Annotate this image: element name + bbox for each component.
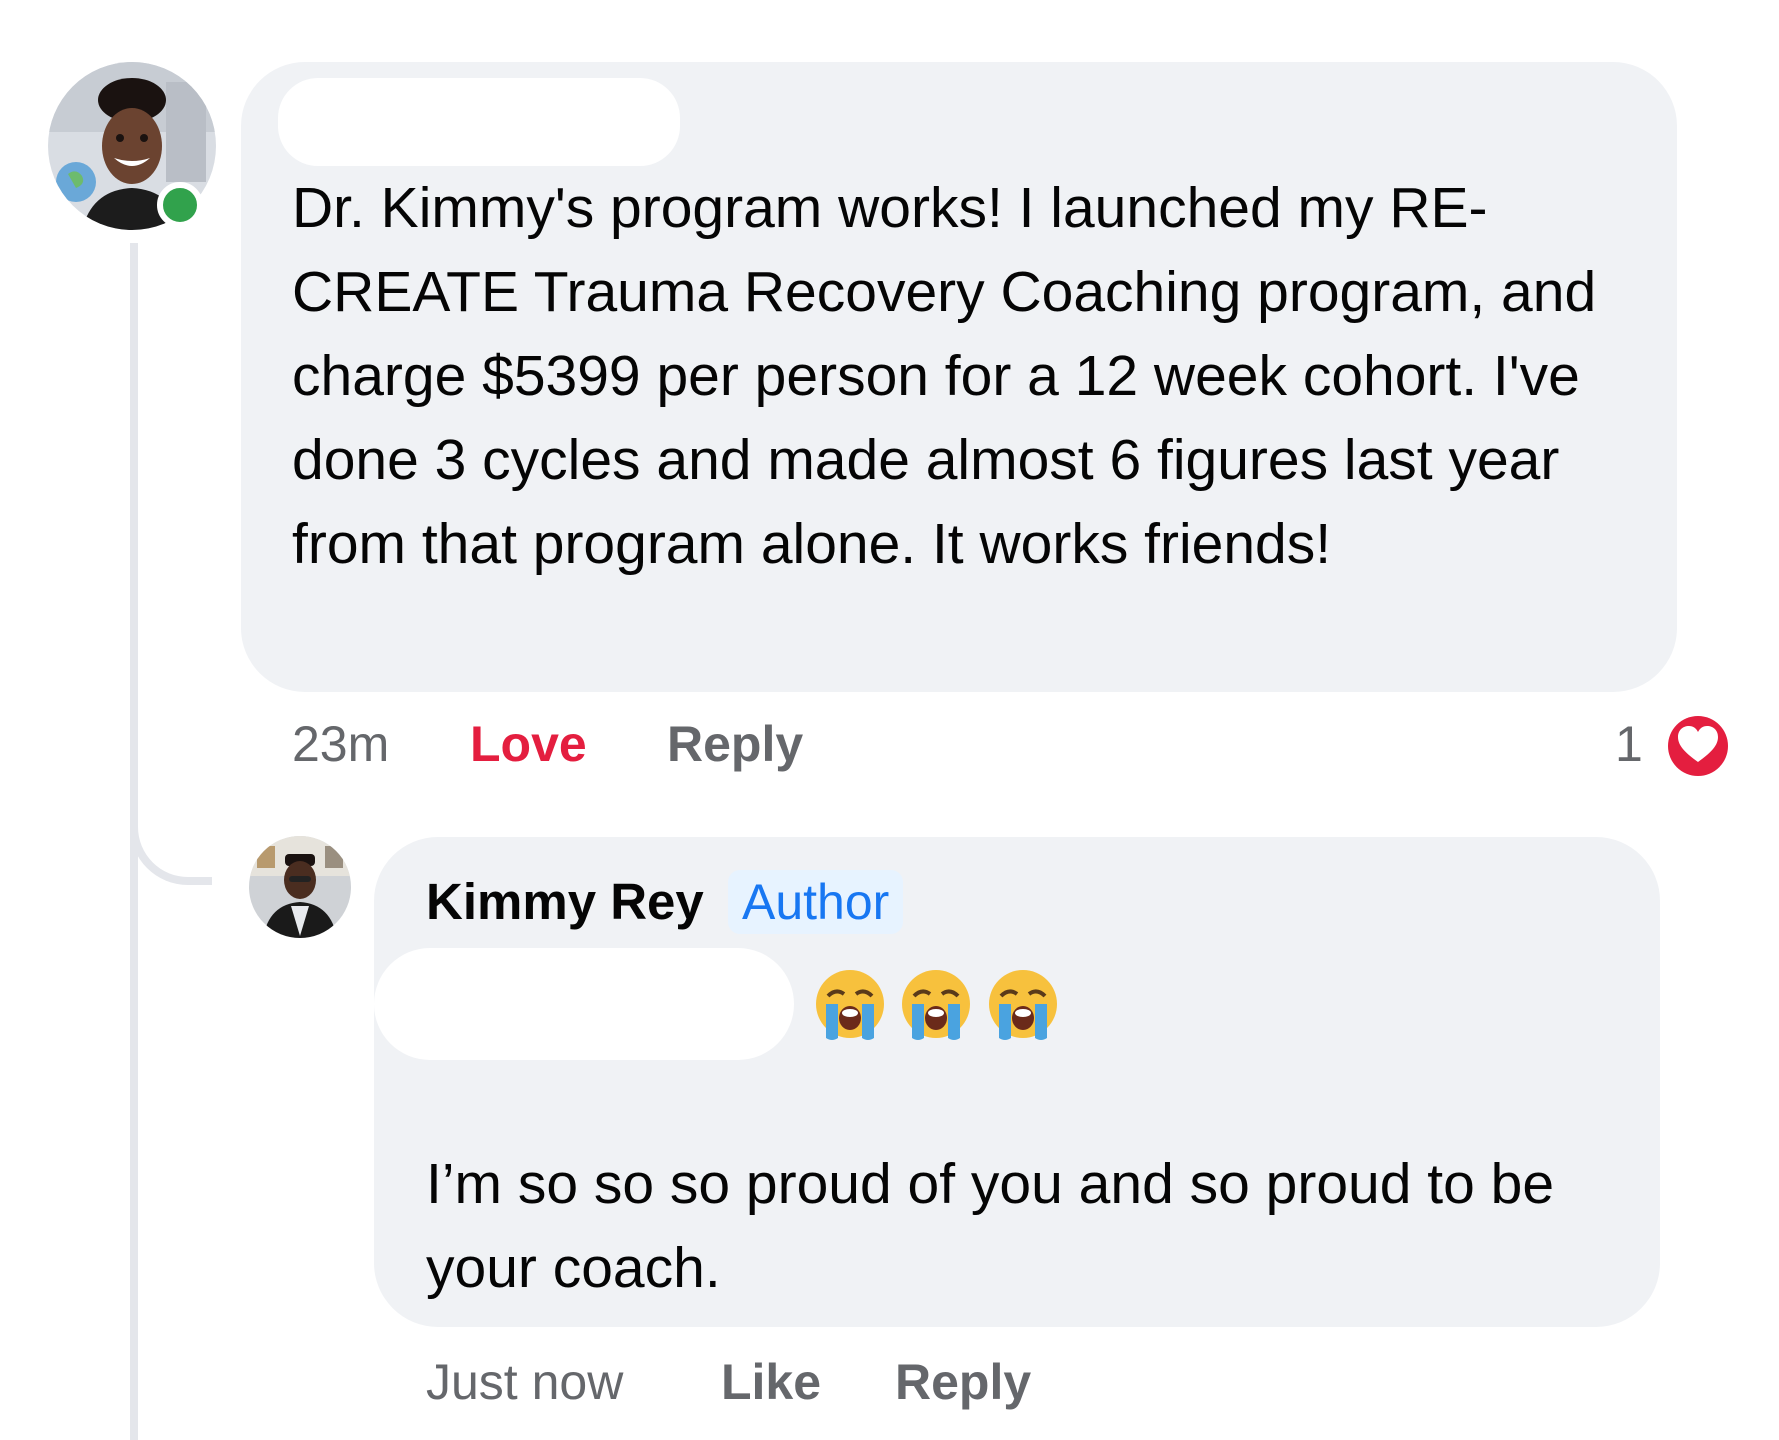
reply-button[interactable]: Reply: [667, 714, 803, 774]
thread-connector: [130, 780, 212, 885]
online-status-dot: [157, 182, 203, 228]
redacted-name: [278, 78, 680, 166]
reply-text: I’m so so so proud of you and so proud t…: [426, 1152, 1570, 1300]
author-avatar[interactable]: [249, 836, 351, 938]
reply-actions: Just now Like Reply: [426, 1352, 1326, 1414]
heart-icon[interactable]: [1662, 710, 1734, 782]
like-button[interactable]: Like: [721, 1352, 821, 1412]
loudly-crying-face-emoji: [902, 970, 971, 1040]
redacted-mention: [374, 948, 794, 1060]
author-avatar-image: [249, 836, 351, 938]
author-badge: Author: [728, 870, 904, 934]
emoji-row: [812, 966, 1067, 1046]
comment-timestamp[interactable]: 23m: [292, 714, 389, 774]
loudly-crying-face-emoji: [816, 970, 884, 1040]
reply-timestamp[interactable]: Just now: [426, 1352, 623, 1412]
reply-author-name[interactable]: Kimmy Rey: [426, 872, 704, 932]
loudly-crying-face-emoji: [988, 970, 1057, 1040]
reaction-count[interactable]: 1: [1615, 714, 1643, 774]
reply-button-2[interactable]: Reply: [895, 1352, 1031, 1412]
comment-actions: 23m Love Reply: [292, 714, 1192, 776]
love-button[interactable]: Love: [470, 714, 587, 774]
comment-text: Dr. Kimmy's program works! I launched my…: [292, 176, 1612, 576]
